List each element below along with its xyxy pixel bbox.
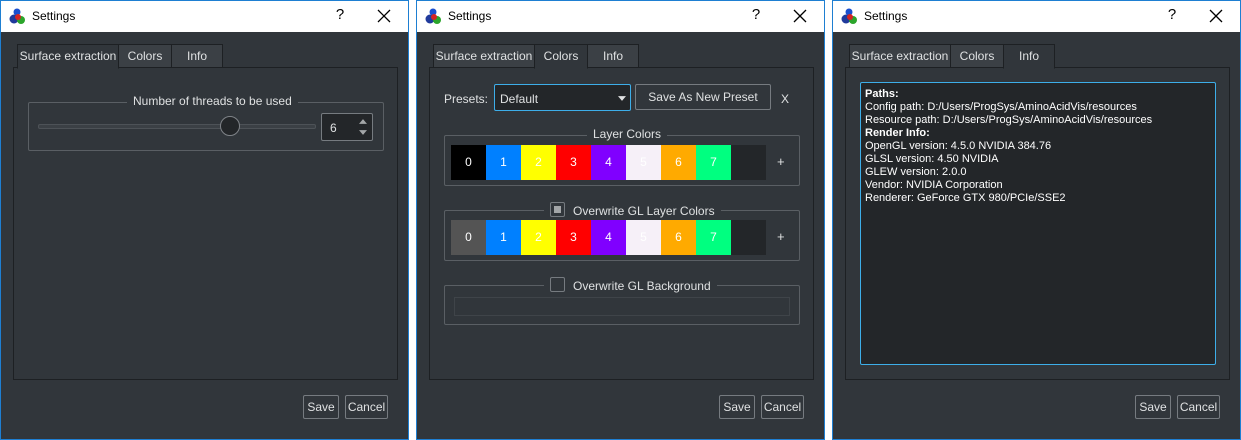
add-gl-layer-color-button[interactable]: + xyxy=(777,229,785,244)
tab-surface-extraction[interactable]: Surface extraction xyxy=(433,44,535,68)
color-swatch[interactable]: 3 xyxy=(556,220,591,255)
title-bar[interactable]: Settings ? xyxy=(417,1,824,32)
help-button[interactable]: ? xyxy=(1162,6,1182,23)
gl-background-title: Overwrite GL Background xyxy=(573,279,711,293)
spin-up-icon[interactable] xyxy=(359,119,367,124)
help-button[interactable]: ? xyxy=(330,6,350,23)
vendor: Vendor: NVIDIA Corporation xyxy=(865,179,1003,191)
add-layer-color-button[interactable]: + xyxy=(777,154,785,169)
presets-label: Presets: xyxy=(444,92,489,106)
gl-layer-color-row: 01234567 xyxy=(451,220,771,255)
window-title: Settings xyxy=(32,9,76,23)
color-swatch[interactable]: 5 xyxy=(626,145,661,180)
paths-heading: Paths: xyxy=(865,88,899,100)
settings-window-info: Settings ? Surface extraction Colors Inf… xyxy=(832,0,1241,440)
gl-background-title-wrap: Overwrite GL Background xyxy=(544,277,717,295)
tab-colors[interactable]: Colors xyxy=(534,44,588,69)
color-swatch[interactable]: 0 xyxy=(451,145,486,180)
color-swatch[interactable]: 3 xyxy=(556,145,591,180)
cancel-button[interactable]: Cancel xyxy=(761,395,804,419)
app-molecule-icon xyxy=(9,8,25,24)
tab-colors[interactable]: Colors xyxy=(950,44,1004,68)
tab-surface-extraction[interactable]: Surface extraction xyxy=(17,44,119,69)
tab-colors[interactable]: Colors xyxy=(118,44,172,68)
threads-group: Number of threads to be used 6 xyxy=(28,94,384,151)
color-swatch[interactable]: 6 xyxy=(661,220,696,255)
preset-value: Default xyxy=(500,92,539,106)
config-path: Config path: D:/Users/ProgSys/AminoAcidV… xyxy=(865,101,1137,113)
remove-preset-button[interactable]: X xyxy=(781,92,789,106)
glew-version: GLEW version: 2.0.0 xyxy=(865,166,967,178)
gl-layer-checkbox[interactable] xyxy=(550,202,565,217)
threads-spinbox[interactable]: 6 xyxy=(321,113,373,141)
tab-panel: Presets: Default Save As New Preset X La… xyxy=(429,67,814,380)
save-button[interactable]: Save xyxy=(303,395,339,419)
tab-panel: Number of threads to be used 6 xyxy=(13,67,398,380)
glsl-version: GLSL version: 4.50 NVIDIA xyxy=(865,153,999,165)
color-swatch[interactable]: 4 xyxy=(591,220,626,255)
color-swatch[interactable]: 5 xyxy=(626,220,661,255)
color-swatch[interactable]: 4 xyxy=(591,145,626,180)
color-swatch[interactable]: 6 xyxy=(661,145,696,180)
color-swatch[interactable] xyxy=(731,145,766,180)
slider-handle[interactable] xyxy=(219,116,240,136)
close-icon[interactable] xyxy=(1208,8,1224,24)
gl-layer-title: Overwrite GL Layer Colors xyxy=(573,204,715,218)
cancel-button[interactable]: Cancel xyxy=(1177,395,1220,419)
opengl-version: OpenGL version: 4.5.0 NVIDIA 384.76 xyxy=(865,140,1052,152)
color-swatch[interactable]: 7 xyxy=(696,220,731,255)
gl-background-group: Overwrite GL Background xyxy=(444,277,800,325)
close-icon[interactable] xyxy=(376,8,392,24)
tab-surface-extraction[interactable]: Surface extraction xyxy=(849,44,951,68)
app-molecule-icon xyxy=(841,8,857,24)
gl-layer-title-wrap: Overwrite GL Layer Colors xyxy=(544,202,721,220)
tab-info[interactable]: Info xyxy=(587,44,639,68)
title-bar[interactable]: Settings ? xyxy=(1,1,408,32)
gl-background-checkbox[interactable] xyxy=(550,277,565,292)
settings-window-colors: Settings ? Surface extraction Colors Inf… xyxy=(416,0,825,440)
close-icon[interactable] xyxy=(792,8,808,24)
spin-down-icon[interactable] xyxy=(359,130,367,135)
color-swatch[interactable]: 1 xyxy=(486,145,521,180)
color-swatch[interactable] xyxy=(731,220,766,255)
chevron-down-icon xyxy=(618,96,626,101)
help-button[interactable]: ? xyxy=(746,6,766,23)
window-title: Settings xyxy=(448,9,492,23)
app-molecule-icon xyxy=(425,8,441,24)
settings-window-surface: Settings ? Surface extraction Colors Inf… xyxy=(0,0,409,440)
color-swatch[interactable]: 0 xyxy=(451,220,486,255)
preset-select[interactable]: Default xyxy=(494,84,631,111)
tab-panel: Paths: Config path: D:/Users/ProgSys/Ami… xyxy=(845,67,1230,380)
renderer: Renderer: GeForce GTX 980/PCIe/SSE2 xyxy=(865,192,1066,204)
save-preset-button[interactable]: Save As New Preset xyxy=(635,84,771,110)
gl-layer-colors-group: Overwrite GL Layer Colors 01234567 + xyxy=(444,202,800,261)
resource-path: Resource path: D:/Users/ProgSys/AminoAci… xyxy=(865,114,1153,126)
color-swatch[interactable]: 7 xyxy=(696,145,731,180)
info-text-box[interactable]: Paths: Config path: D:/Users/ProgSys/Ami… xyxy=(860,82,1216,365)
threads-group-title: Number of threads to be used xyxy=(127,94,298,108)
window-title: Settings xyxy=(864,9,908,23)
layer-colors-title: Layer Colors xyxy=(587,127,668,141)
threads-slider[interactable] xyxy=(38,116,316,136)
cancel-button[interactable]: Cancel xyxy=(345,395,388,419)
gl-background-swatch[interactable] xyxy=(454,297,790,316)
render-heading: Render Info: xyxy=(865,127,930,139)
save-button[interactable]: Save xyxy=(1135,395,1171,419)
threads-value: 6 xyxy=(330,121,337,135)
color-swatch[interactable]: 2 xyxy=(521,220,556,255)
color-swatch[interactable]: 2 xyxy=(521,145,556,180)
tab-info[interactable]: Info xyxy=(1003,44,1055,69)
save-button[interactable]: Save xyxy=(719,395,755,419)
color-swatch[interactable]: 1 xyxy=(486,220,521,255)
layer-color-row: 01234567 xyxy=(451,145,771,180)
title-bar[interactable]: Settings ? xyxy=(833,1,1240,32)
layer-colors-group: Layer Colors 01234567 + xyxy=(444,127,800,186)
tab-info[interactable]: Info xyxy=(171,44,223,68)
